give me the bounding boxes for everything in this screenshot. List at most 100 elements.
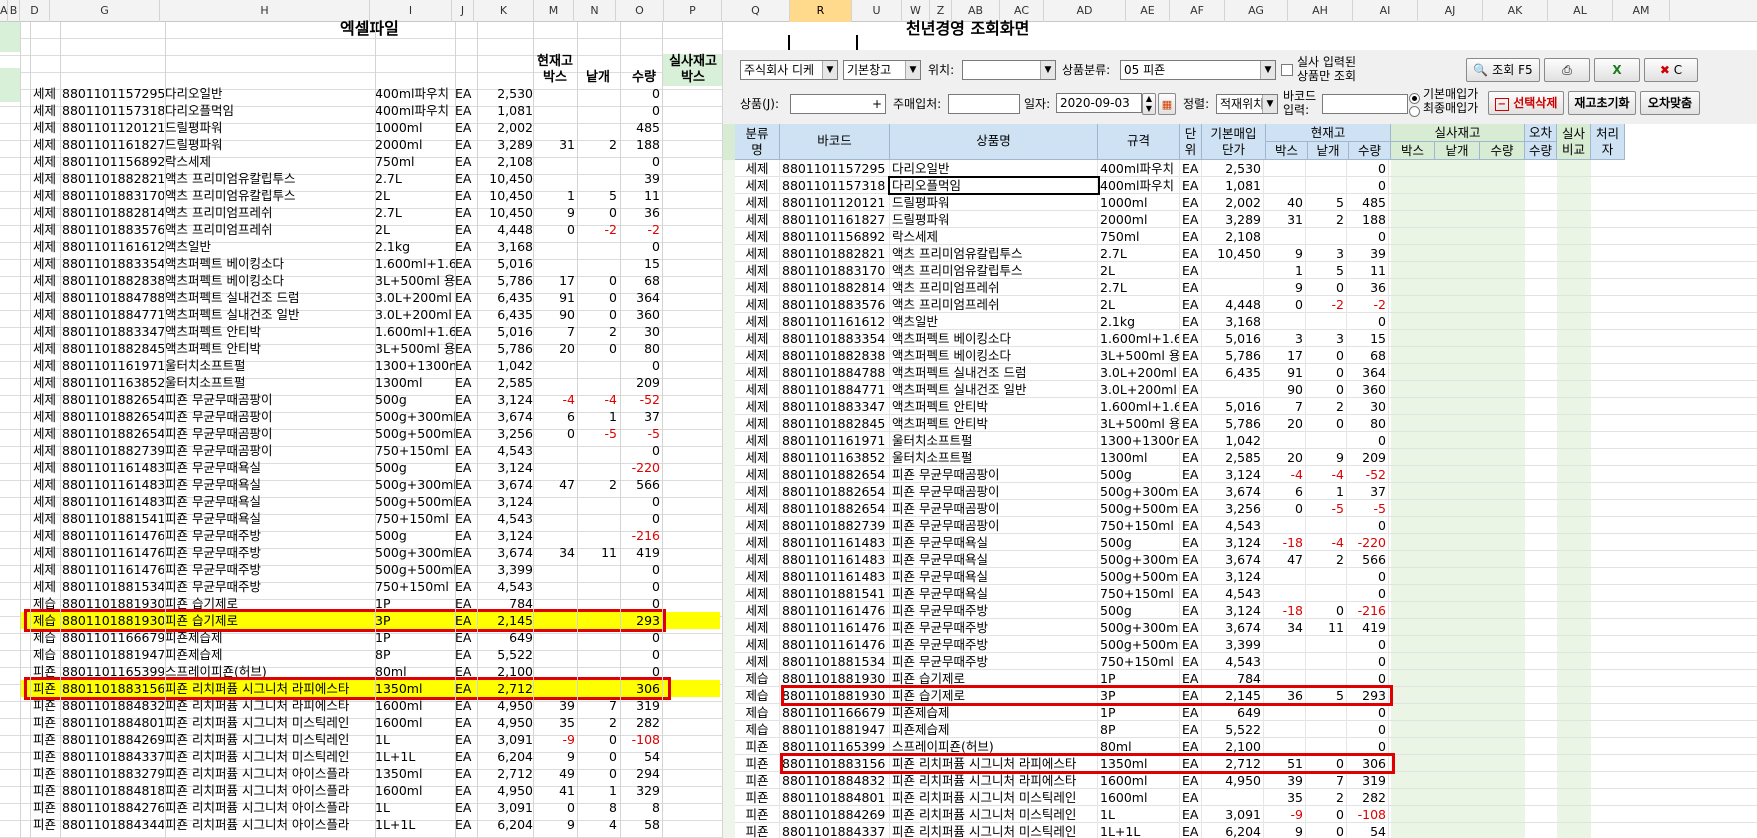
left-cell[interactable]: 8801101883354	[62, 255, 164, 272]
grid-header-process1[interactable]: 처리 자	[1591, 124, 1625, 160]
grid-cell[interactable]: 90	[1266, 381, 1306, 398]
grid-cell[interactable]: 8801101882739	[780, 517, 890, 534]
grid-cell[interactable]: 락스세제	[890, 228, 1098, 245]
left-cell[interactable]: 3,674	[477, 408, 533, 425]
left-cell[interactable]: 피죤 무균무때주방	[165, 544, 373, 561]
grid-cell[interactable]: 액츠 프리미엄유칼립투스	[890, 262, 1098, 279]
left-cell[interactable]: 8	[620, 799, 660, 816]
left-cell[interactable]: -4	[533, 391, 575, 408]
left-cell[interactable]: 500g+500ml	[375, 561, 455, 578]
grid-cell[interactable]: 8801101161476	[780, 636, 890, 653]
delete-selected-button[interactable]: − 선택삭제	[1488, 91, 1564, 115]
left-cell[interactable]: 피죤 무균무때욕실	[165, 493, 373, 510]
grid-cell[interactable]: 세제	[735, 211, 780, 228]
left-cell[interactable]	[577, 578, 617, 595]
left-cell[interactable]	[533, 459, 575, 476]
grid-cell[interactable]: EA	[1180, 466, 1202, 483]
left-cell[interactable]: 2000ml	[375, 136, 455, 153]
left-cell[interactable]: 액츠 프리미엄프레쉬	[165, 221, 373, 238]
column-header-ae[interactable]: AE	[1126, 0, 1170, 22]
grid-cell[interactable]: 울터치소프트펄	[890, 449, 1098, 466]
grid-cell[interactable]: 1000ml	[1098, 194, 1180, 211]
column-header-o[interactable]: O	[616, 0, 664, 22]
grid-cell[interactable]: 8801101884337	[780, 823, 890, 838]
date-spin-button[interactable]: ▲ ▼	[1142, 93, 1156, 115]
left-cell[interactable]: 8801101882739	[62, 442, 164, 459]
grid-cell[interactable]	[1308, 704, 1347, 721]
input-only-checkbox[interactable]	[1281, 64, 1293, 76]
table-row[interactable]: 세제 8801101161476 피죤 무균무때주방 500g EA 3,124 -18 0-…	[735, 602, 1757, 619]
column-header-m[interactable]: M	[534, 0, 574, 22]
grid-header-price1[interactable]: 기본매입 단가	[1202, 124, 1266, 160]
grid-cell[interactable]: 3L+500ml 용기	[1098, 347, 1180, 364]
grid-cell[interactable]	[1202, 381, 1264, 398]
left-cell[interactable]: EA	[455, 782, 477, 799]
left-cell[interactable]: 3,124	[477, 459, 533, 476]
grid-cell[interactable]: 500g	[1098, 534, 1180, 551]
left-cell[interactable]: 17	[533, 272, 575, 289]
grid-cell[interactable]: 0	[1349, 636, 1389, 653]
grid-cell[interactable]: 제습	[735, 670, 780, 687]
grid-cell[interactable]: 8801101161827	[780, 211, 890, 228]
left-cell[interactable]: 액츠퍼펙트 베이킹소다	[165, 255, 373, 272]
left-cell[interactable]: 3,091	[477, 731, 533, 748]
grid-cell[interactable]: 액츠 프리미엄프레쉬	[890, 279, 1098, 296]
grid-cell[interactable]: 4,950	[1202, 772, 1264, 789]
left-cell[interactable]: 0	[533, 425, 575, 442]
left-cell[interactable]: 피죤 무균무때주방	[165, 578, 373, 595]
grid-cell[interactable]: 세제	[735, 653, 780, 670]
grid-cell[interactable]: 3,124	[1202, 568, 1264, 585]
left-cell[interactable]: 액츠퍼펙트 실내건조 드럼	[165, 289, 373, 306]
table-row[interactable]: 세제8801101883354액츠퍼펙트 베이킹소다1.600ml+1.60EA…	[735, 330, 1757, 347]
left-cell[interactable]: 500g+500ml	[375, 425, 455, 442]
left-cell[interactable]: 39	[620, 170, 660, 187]
grid-header-compare1[interactable]: 실사 비교	[1557, 124, 1591, 160]
grid-cell[interactable]: 40	[1266, 194, 1306, 211]
left-cell[interactable]	[577, 510, 617, 527]
grid-cell[interactable]: 0	[1308, 823, 1347, 838]
left-cell[interactable]: 8801101882821	[62, 170, 164, 187]
left-cell[interactable]: 6,204	[477, 816, 533, 833]
left-cell[interactable]: 액츠 프리미엄유칼립투스	[165, 187, 373, 204]
grid-cell[interactable]: 8801101157318	[780, 177, 890, 194]
grid-cell[interactable]: 피죤 무균무때욕실	[890, 585, 1098, 602]
left-cell[interactable]: 68	[620, 272, 660, 289]
left-cell[interactable]: EA	[455, 459, 477, 476]
grid-cell[interactable]: 8801101161483	[780, 568, 890, 585]
grid-cell[interactable]: 3,256	[1202, 500, 1264, 517]
grid-cell[interactable]: 세제	[735, 228, 780, 245]
left-cell[interactable]: 피죤 리치퍼퓸 시그니처 미스틱레인	[165, 748, 373, 765]
grid-cell[interactable]: 피죤 무균무때곰팡이	[890, 517, 1098, 534]
grid-cell[interactable]: 액츠퍼펙트 실내건조 드럼	[890, 364, 1098, 381]
left-cell[interactable]: 락스세제	[165, 153, 373, 170]
grid-cell[interactable]: EA	[1180, 228, 1202, 245]
grid-cell[interactable]: EA	[1180, 415, 1202, 432]
grid-cell[interactable]: 649	[1202, 704, 1264, 721]
left-cell[interactable]: 3,124	[477, 391, 533, 408]
left-cell[interactable]: EA	[455, 357, 477, 374]
left-cell[interactable]: 0	[577, 306, 617, 323]
grid-cell[interactable]: EA	[1180, 653, 1202, 670]
table-row[interactable]: 세제 8801101882654 피죤 무균무때곰팡이 500g+500ml EA 3,2…	[735, 500, 1757, 517]
grid-cell[interactable]: 드릴평파워	[890, 211, 1098, 228]
table-row[interactable]: 세제 8801101161483 피죤 무균무때욕실 500g+500ml EA 3,12…	[735, 568, 1757, 585]
grid-cell[interactable]: 0	[1349, 653, 1389, 670]
grid-cell[interactable]: 750+150ml	[1098, 653, 1180, 670]
left-cell[interactable]: 6	[533, 408, 575, 425]
column-header-a[interactable]: A	[0, 0, 8, 22]
column-header-ag[interactable]: AG	[1225, 0, 1288, 22]
left-cell[interactable]: EA	[455, 408, 477, 425]
left-cell[interactable]: 8801101884771	[62, 306, 164, 323]
left-cell[interactable]	[577, 255, 617, 272]
left-cell[interactable]: 30	[620, 323, 660, 340]
grid-cell[interactable]: 피죤	[735, 806, 780, 823]
left-cell[interactable]: EA	[455, 238, 477, 255]
grid-cell[interactable]: 419	[1349, 619, 1389, 636]
grid-cell[interactable]: 액츠 프리미엄유칼립투스	[890, 245, 1098, 262]
grid-cell[interactable]: 0	[1308, 602, 1347, 619]
left-cell[interactable]: 1600ml	[375, 782, 455, 799]
left-cell[interactable]: EA	[455, 493, 477, 510]
grid-cell[interactable]: 2	[1308, 551, 1347, 568]
grid-cell[interactable]: 피죤	[735, 772, 780, 789]
left-cell[interactable]	[577, 646, 617, 663]
